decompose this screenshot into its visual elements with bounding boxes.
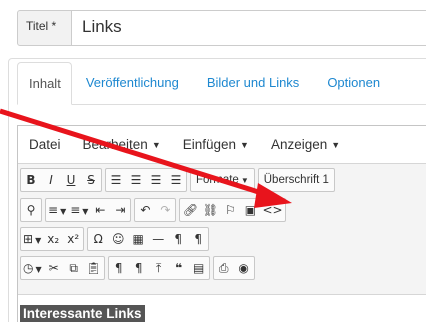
bullet-list-icon[interactable]: ≡ ▼ <box>46 199 68 221</box>
upload-icon[interactable]: ⤒ <box>149 257 169 279</box>
menu-einfuegen-label: Einfügen <box>182 137 237 152</box>
paragraph-icon[interactable]: ¶ <box>109 257 129 279</box>
formats-label: Formate <box>196 174 239 186</box>
menu-datei-label: Datei <box>29 137 61 152</box>
toolbar-row-3: ⊞ ▼ x₂ x² Ω ☺ ▦ — ¶ ¶ <box>20 227 212 253</box>
code-icon[interactable]: <> <box>260 199 284 221</box>
paste-icon[interactable]: 📋︎ <box>84 257 104 279</box>
anchor-icon[interactable]: ⚐ <box>220 199 240 221</box>
subscript-icon[interactable]: x₂ <box>43 228 63 250</box>
chevron-down-icon: ▼ <box>331 140 341 150</box>
chevron-down-icon: ▼ <box>240 140 249 150</box>
rich-text-editor: Datei Bearbeiten ▼ Einfügen ▼ Anzeigen ▼ B … <box>17 125 426 322</box>
align-right-icon[interactable]: ☰ <box>146 169 166 191</box>
align-justify-icon[interactable]: ☰ <box>166 169 186 191</box>
link-icon[interactable]: 🔗︎ <box>180 199 200 221</box>
format-tools-group: ¶ ¶ ⤒ ❝ ▤ <box>107 256 210 280</box>
outdent-icon[interactable]: ⇤ <box>90 199 110 221</box>
undo-icon[interactable]: ↶ <box>135 199 155 221</box>
unlink-icon[interactable]: ⛓ <box>200 199 220 221</box>
redo-icon[interactable]: ↷ <box>155 199 175 221</box>
tab-bilder-und-links[interactable]: Bilder und Links <box>193 62 314 105</box>
find-group: ⚲ <box>20 198 42 222</box>
table-group: ⊞ ▼ x₂ x² <box>20 227 85 251</box>
title-input[interactable]: Links <box>72 10 426 46</box>
blocks-icon[interactable]: ¶ <box>129 257 149 279</box>
bold-button[interactable]: B <box>21 169 41 191</box>
time-group: ◷ ▼ ✂ ⧉ 📋︎ <box>20 256 105 280</box>
output-group: ⎙ ◉ <box>212 256 255 280</box>
toolbar-row-1: B I U S ☰ ☰ ☰ ☰ Formate ▼ Überschrift 1 <box>20 168 338 194</box>
special-char-icon[interactable]: Ω <box>88 228 108 250</box>
headings-label: Überschrift 1 <box>263 174 329 186</box>
toolbar-row-4: ◷ ▼ ✂ ⧉ 📋︎ ¶ ¶ ⤒ ❝ ▤ ⎙ ◉ <box>20 256 258 282</box>
link-group: 🔗︎ ⛓ ⚐ ▣ <> <box>179 198 286 222</box>
table-icon[interactable]: ⊞ ▼ <box>21 228 43 250</box>
menu-anzeigen-label: Anzeigen <box>270 137 328 152</box>
tab-bar: Inhalt Veröffentlichung Bilder und Links… <box>17 62 394 105</box>
media-icon[interactable]: ▦ <box>128 228 148 250</box>
formats-dropdown-inner: Formate ▼ <box>191 169 254 191</box>
image-icon[interactable]: ▣ <box>240 199 260 221</box>
binoculars-icon[interactable]: ⚲ <box>21 199 41 221</box>
align-center-icon[interactable]: ☰ <box>126 169 146 191</box>
horizontal-rule-icon[interactable]: — <box>148 228 168 250</box>
rtl-icon[interactable]: ¶ <box>188 228 208 250</box>
formats-dropdown[interactable]: Formate ▼ <box>190 168 255 192</box>
align-group: ☰ ☰ ☰ ☰ <box>105 168 187 192</box>
underline-button[interactable]: U <box>61 169 81 191</box>
title-label: Titel * <box>17 10 72 46</box>
ltr-icon[interactable]: ¶ <box>168 228 188 250</box>
clock-icon[interactable]: ◷ ▼ <box>21 257 44 279</box>
print-icon[interactable]: ⎙ <box>214 257 234 279</box>
chevron-down-icon: ▼ <box>151 140 161 150</box>
strikethrough-button[interactable]: S <box>81 169 101 191</box>
menu-datei[interactable]: Datei <box>18 126 72 163</box>
superscript-icon[interactable]: x² <box>63 228 83 250</box>
chevron-down-icon: ▼ <box>240 176 249 185</box>
align-left-icon[interactable]: ☰ <box>106 169 126 191</box>
copy-icon[interactable]: ⧉ <box>64 257 84 279</box>
tab-inhalt[interactable]: Inhalt <box>17 62 72 105</box>
indent-icon[interactable]: ⇥ <box>110 199 130 221</box>
emoticon-icon[interactable]: ☺ <box>108 228 128 250</box>
editor-content[interactable]: Interessante Links <box>18 294 426 322</box>
toolbar-row-2: ⚲ ≡ ▼ ≡ ▼ ⇤ ⇥ ↶ ↷ 🔗︎ ⛓ ⚐ ▣ <> <box>20 198 289 224</box>
cut-icon[interactable]: ✂ <box>44 257 64 279</box>
headings-dropdown[interactable]: Überschrift 1 <box>257 168 335 192</box>
tab-optionen[interactable]: Optionen <box>313 62 394 105</box>
menu-einfuegen[interactable]: Einfügen ▼ <box>172 126 260 163</box>
insert-group: Ω ☺ ▦ — ¶ ¶ <box>87 227 210 251</box>
menu-bearbeiten[interactable]: Bearbeiten ▼ <box>72 126 172 163</box>
template-icon[interactable]: ▤ <box>189 257 209 279</box>
history-group: ↶ ↷ <box>134 198 177 222</box>
italic-button[interactable]: I <box>41 169 61 191</box>
title-row: Titel * Links <box>17 10 426 46</box>
menu-bearbeiten-label: Bearbeiten <box>82 137 148 152</box>
menu-anzeigen[interactable]: Anzeigen ▼ <box>260 126 351 163</box>
list-group: ≡ ▼ ≡ ▼ ⇤ ⇥ <box>45 198 132 222</box>
preview-eye-icon[interactable]: ◉ <box>234 257 254 279</box>
numbered-list-icon[interactable]: ≡ ▼ <box>68 199 90 221</box>
selected-heading-text: Interessante Links <box>20 305 145 322</box>
text-style-group: B I U S <box>20 168 102 192</box>
editor-menubar: Datei Bearbeiten ▼ Einfügen ▼ Anzeigen ▼ <box>18 126 426 164</box>
blockquote-icon[interactable]: ❝ <box>169 257 189 279</box>
tab-veroeffentlichung[interactable]: Veröffentlichung <box>72 62 193 105</box>
